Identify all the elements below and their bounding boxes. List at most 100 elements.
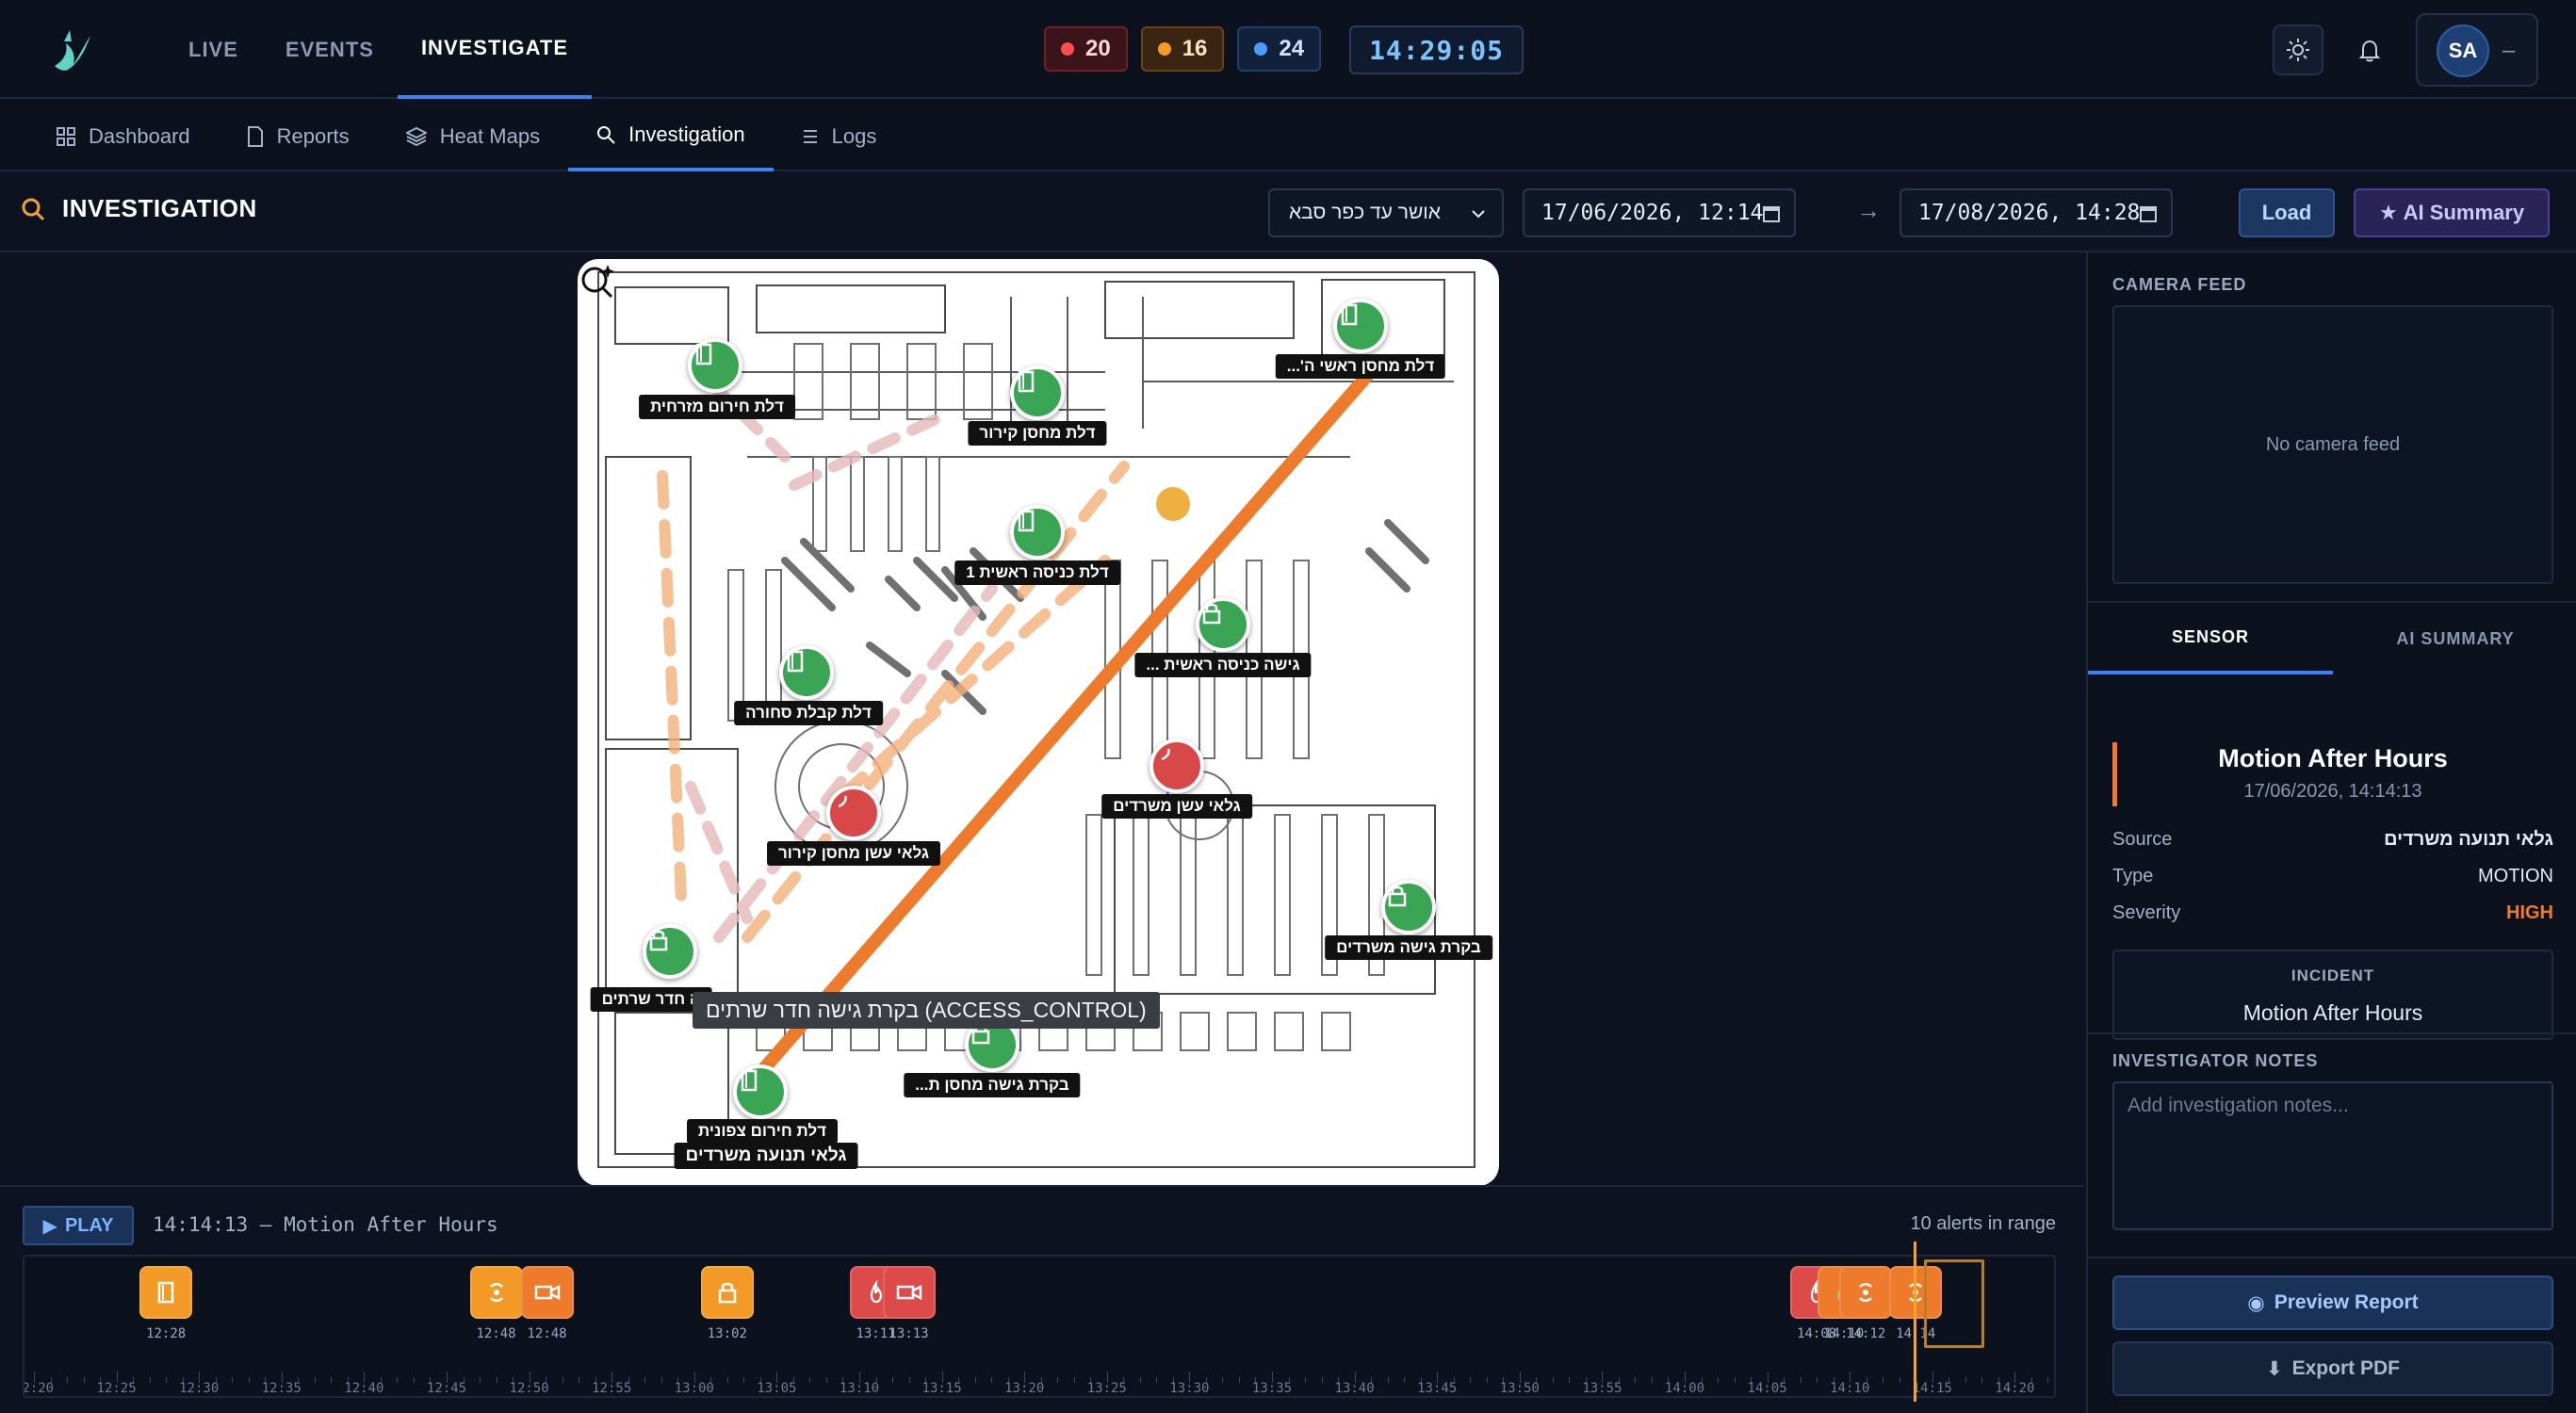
timeline-tick-label: 12:30 [179, 1381, 220, 1396]
camera-feed-label: CAMERA FEED [2112, 275, 2247, 294]
eye-icon: ◉ [2247, 1291, 2265, 1314]
topnav-investigate[interactable]: INVESTIGATE [397, 0, 592, 99]
severity-badge: HIGH [2506, 902, 2553, 923]
event-title: Motion After Hours [2218, 744, 2448, 772]
door-icon[interactable] [779, 645, 834, 700]
event-source-row: Source גלאי תנועה משרדים [2112, 829, 2553, 850]
top-bar: LIVE EVENTS INVESTIGATE 20 16 24 14:29:0… [0, 0, 2576, 99]
sub-nav: Dashboard Reports Heat Maps Investigatio… [0, 101, 2576, 171]
timeline-tick [2047, 1377, 2049, 1383]
timeline-tick-label: 14:20 [1995, 1381, 2035, 1396]
tab-dashboard[interactable]: Dashboard [28, 101, 219, 171]
ai-summary-button[interactable]: ★ AI Summary [2354, 188, 2550, 237]
timeline-tick-label: 13:15 [921, 1381, 962, 1396]
timeline-tick-label: 12:25 [96, 1381, 137, 1396]
event-timestamp: 17/06/2026, 14:14:13 [2243, 781, 2422, 802]
motion-icon[interactable] [469, 1266, 523, 1319]
timeline-tick [809, 1377, 811, 1383]
site-select[interactable]: אושר עד כפר סבא [1268, 188, 1504, 237]
orange-dot-icon [1157, 42, 1171, 56]
high-counter[interactable]: 16 [1140, 26, 1225, 72]
event-type-row: Type MOTION [2112, 866, 2553, 886]
date-to-input[interactable]: 17/08/2026, 14:28 [1899, 188, 2173, 237]
camera-icon[interactable] [882, 1266, 936, 1319]
lock-icon[interactable] [1196, 597, 1250, 652]
timeline-tick [1635, 1377, 1637, 1383]
info-counter[interactable]: 24 [1237, 26, 1322, 72]
user-menu[interactable]: SA – [2416, 13, 2538, 87]
door-icon[interactable] [688, 338, 742, 393]
timeline-tick [562, 1377, 563, 1383]
floor-plan-map[interactable]: דלת חירום מזרחית דלת מחסן ראשי ה'... דלת… [578, 259, 1499, 1186]
range-arrow-icon: → [1856, 196, 1881, 224]
avatar[interactable]: SA [2437, 24, 2489, 77]
notifications-button[interactable] [2344, 24, 2395, 75]
timeline-playhead[interactable] [1914, 1242, 1916, 1402]
timeline-selection [1924, 1259, 1984, 1348]
tab-investigation[interactable]: Investigation [568, 101, 774, 171]
topnav-live[interactable]: LIVE [165, 0, 262, 99]
zoom-fit-icon[interactable] [578, 259, 619, 300]
app-logo-icon[interactable] [47, 24, 98, 75]
live-clock: 14:29:05 [1349, 25, 1524, 74]
calendar-icon[interactable] [1762, 204, 1781, 223]
incident-card[interactable]: INCIDENT Motion After Hours [2112, 950, 2553, 1040]
timeline-track[interactable]: 12:20 12:25 12:30 12:35 12:40 12:45 12:50 12:55… [23, 1255, 2056, 1398]
timeline-tick [248, 1377, 250, 1383]
lock-icon[interactable] [700, 1266, 754, 1319]
timeline-event-time: 12:48 [476, 1326, 516, 1341]
timeline-tick [1734, 1377, 1736, 1383]
smoke-detector-icon[interactable] [826, 786, 881, 840]
lock-icon[interactable] [643, 924, 697, 979]
layers-icon [405, 126, 427, 146]
calendar-icon[interactable] [2139, 204, 2158, 223]
tab-sensor[interactable]: SENSOR [2088, 603, 2333, 674]
red-dot-icon [1061, 42, 1074, 56]
user-menu-toggle[interactable]: – [2503, 38, 2515, 64]
alert-counters: 20 16 24 [1044, 26, 1322, 72]
investigator-notes-input[interactable]: Add investigation notes... [2112, 1081, 2553, 1230]
document-icon [247, 125, 263, 147]
date-from-input[interactable]: 17/06/2026, 12:14 [1523, 188, 1796, 237]
door-icon[interactable] [1010, 365, 1065, 420]
tab-logs[interactable]: Logs [774, 101, 905, 171]
timeline-tick [1817, 1377, 1818, 1383]
door-icon[interactable] [733, 1064, 788, 1119]
door-icon[interactable] [1010, 505, 1065, 560]
timeline-tick [1569, 1377, 1571, 1383]
timeline-tick-label: 13:45 [1417, 1381, 1458, 1396]
smoke-detector-icon[interactable] [1149, 739, 1204, 793]
search-icon [22, 198, 45, 220]
timeline-tick-label: 14:00 [1664, 1381, 1705, 1396]
export-pdf-button[interactable]: ⬇ Export PDF [2112, 1341, 2553, 1396]
timeline-tick [1718, 1377, 1720, 1383]
play-icon: ▶ [42, 1215, 57, 1237]
preview-report-button[interactable]: ◉ Preview Report [2112, 1275, 2553, 1330]
theme-toggle-button[interactable] [2273, 24, 2323, 75]
tab-ai-summary[interactable]: AI SUMMARY [2333, 603, 2576, 674]
details-tabs: SENSOR AI SUMMARY [2088, 601, 2576, 674]
timeline-tick [1073, 1377, 1075, 1383]
motion-icon[interactable] [1839, 1266, 1893, 1319]
timeline-tick-label: 13:55 [1582, 1381, 1622, 1396]
door-icon[interactable] [1333, 299, 1388, 353]
investigation-header: INVESTIGATION אושר עד כפר סבא 17/06/2026… [0, 173, 2576, 252]
tab-heat-maps[interactable]: Heat Maps [378, 101, 568, 171]
camera-icon[interactable] [520, 1266, 574, 1319]
tab-reports[interactable]: Reports [219, 101, 378, 171]
camera-feed: No camera feed [2112, 305, 2553, 584]
door-icon[interactable] [139, 1266, 193, 1319]
timeline-tick [1139, 1377, 1141, 1383]
load-button[interactable]: Load [2239, 188, 2335, 237]
lock-icon[interactable] [1381, 880, 1436, 934]
timeline-tick [1651, 1377, 1653, 1383]
timeline-tick-label: 12:45 [426, 1381, 467, 1396]
timeline-tick-label: 13:20 [1004, 1381, 1045, 1396]
bell-icon [2358, 40, 2381, 62]
topnav-events[interactable]: EVENTS [262, 0, 398, 99]
critical-counter[interactable]: 20 [1044, 26, 1128, 72]
map-marker-label-motion[interactable]: גלאי תנועה משרדים [674, 1143, 858, 1169]
timeline-tick [825, 1377, 827, 1383]
play-button[interactable]: ▶ PLAY [23, 1206, 134, 1245]
timeline-tick [726, 1377, 728, 1383]
